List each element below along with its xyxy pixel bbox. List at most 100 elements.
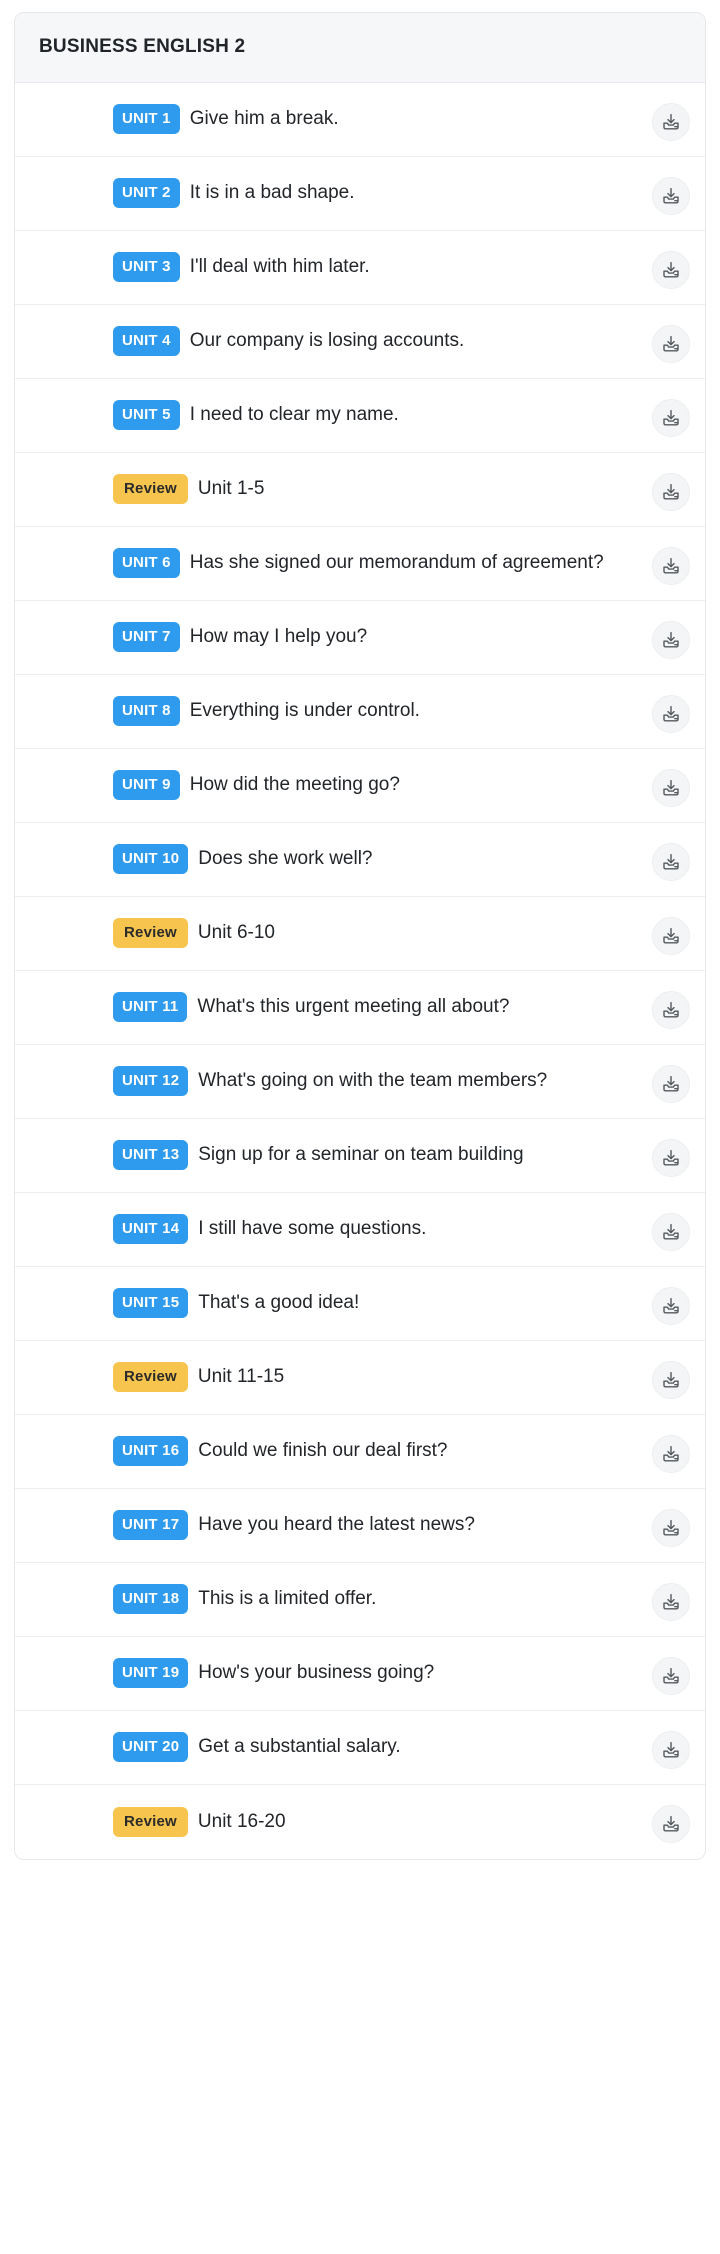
download-tray-icon — [661, 926, 681, 946]
lesson-row[interactable]: UNIT 4 Our company is losing accounts. — [15, 305, 705, 379]
lesson-row[interactable]: UNIT 19 How's your business going? — [15, 1637, 705, 1711]
lesson-row[interactable]: UNIT 20 Get a substantial salary. — [15, 1711, 705, 1785]
lesson-row[interactable]: UNIT 15 That's a good idea! — [15, 1267, 705, 1341]
download-button[interactable] — [652, 621, 690, 659]
lesson-row[interactable]: UNIT 3 I'll deal with him later. — [15, 231, 705, 305]
lesson-row-content: UNIT 18 This is a limited offer. — [37, 1580, 639, 1618]
download-button[interactable] — [652, 695, 690, 733]
download-button[interactable] — [652, 1139, 690, 1177]
lesson-row-content: UNIT 5 I need to clear my name. — [37, 396, 639, 434]
download-tray-icon — [661, 186, 681, 206]
lesson-row-content: UNIT 15 That's a good idea! — [37, 1284, 639, 1322]
unit-badge: UNIT 1 — [113, 104, 180, 135]
download-button[interactable] — [652, 1287, 690, 1325]
lesson-title: Get a substantial salary. — [198, 1736, 401, 1758]
unit-badge: UNIT 2 — [113, 178, 180, 209]
download-tray-icon — [661, 408, 681, 428]
download-tray-icon — [661, 112, 681, 132]
download-button[interactable] — [652, 769, 690, 807]
review-badge: Review — [113, 474, 188, 505]
unit-badge: UNIT 16 — [113, 1436, 189, 1467]
lesson-row[interactable]: UNIT 1 Give him a break. — [15, 83, 705, 157]
lesson-row-content: UNIT 1 Give him a break. — [37, 100, 639, 138]
download-button[interactable] — [652, 917, 690, 955]
lesson-row-content: UNIT 8 Everything is under control. — [37, 692, 639, 730]
unit-badge: UNIT 3 — [113, 252, 180, 283]
unit-badge: UNIT 4 — [113, 326, 180, 357]
download-button[interactable] — [652, 251, 690, 289]
download-button[interactable] — [652, 325, 690, 363]
download-button[interactable] — [652, 1509, 690, 1547]
download-tray-icon — [661, 704, 681, 724]
lesson-row[interactable]: Review Unit 1-5 — [15, 453, 705, 527]
lesson-row[interactable]: UNIT 2 It is in a bad shape. — [15, 157, 705, 231]
download-button[interactable] — [652, 1583, 690, 1621]
lesson-title: Sign up for a seminar on team building — [198, 1144, 524, 1166]
unit-badge: UNIT 9 — [113, 770, 180, 801]
unit-badge: UNIT 10 — [113, 844, 189, 875]
lesson-row[interactable]: UNIT 14 I still have some questions. — [15, 1193, 705, 1267]
download-button[interactable] — [652, 473, 690, 511]
download-button[interactable] — [652, 547, 690, 585]
download-tray-icon — [661, 482, 681, 502]
lesson-title: Unit 11-15 — [197, 1366, 285, 1388]
download-tray-icon — [661, 1370, 681, 1390]
lesson-row-content: UNIT 4 Our company is losing accounts. — [37, 322, 639, 360]
download-button[interactable] — [652, 1435, 690, 1473]
lesson-row[interactable]: Review Unit 11-15 — [15, 1341, 705, 1415]
download-tray-icon — [661, 1296, 681, 1316]
download-tray-icon — [661, 1222, 681, 1242]
lesson-row-content: UNIT 13 Sign up for a seminar on team bui… — [37, 1136, 639, 1174]
download-button[interactable] — [652, 991, 690, 1029]
lesson-row-content: UNIT 20 Get a substantial salary. — [37, 1728, 639, 1766]
lesson-row[interactable]: UNIT 18 This is a limited offer. — [15, 1563, 705, 1637]
lesson-row-content: UNIT 16 Could we finish our deal first? — [37, 1432, 639, 1470]
lesson-row[interactable]: UNIT 9 How did the meeting go? — [15, 749, 705, 823]
download-button[interactable] — [652, 843, 690, 881]
lesson-title: Give him a break. — [189, 108, 339, 130]
lesson-row[interactable]: UNIT 10 Does she work well? — [15, 823, 705, 897]
download-tray-icon — [661, 1666, 681, 1686]
download-tray-icon — [661, 1444, 681, 1464]
lesson-title: Unit 6-10 — [197, 922, 276, 944]
lesson-title: Everything is under control. — [189, 700, 420, 722]
download-button[interactable] — [652, 399, 690, 437]
lesson-row-content: Review Unit 11-15 — [37, 1358, 639, 1396]
lesson-row[interactable]: UNIT 17 Have you heard the latest news? — [15, 1489, 705, 1563]
lesson-row[interactable]: Review Unit 6-10 — [15, 897, 705, 971]
lesson-row-content: Review Unit 6-10 — [37, 914, 639, 952]
lesson-row-content: UNIT 10 Does she work well? — [37, 840, 639, 878]
lesson-row[interactable]: UNIT 13 Sign up for a seminar on team bui… — [15, 1119, 705, 1193]
lesson-row-content: UNIT 6 Has she signed our memorandum of a… — [37, 544, 639, 582]
download-tray-icon — [661, 334, 681, 354]
unit-badge: UNIT 19 — [113, 1658, 189, 1689]
download-button[interactable] — [652, 1731, 690, 1769]
download-button[interactable] — [652, 103, 690, 141]
lesson-title: What's this urgent meeting all about? — [197, 996, 510, 1018]
lesson-row[interactable]: UNIT 6 Has she signed our memorandum of a… — [15, 527, 705, 601]
download-tray-icon — [661, 556, 681, 576]
lesson-row[interactable]: UNIT 12 What's going on with the team mem… — [15, 1045, 705, 1119]
lesson-row-content: UNIT 7 How may I help you? — [37, 618, 639, 656]
lesson-row-content: Review Unit 16-20 — [37, 1803, 639, 1841]
download-button[interactable] — [652, 1805, 690, 1843]
download-button[interactable] — [652, 1213, 690, 1251]
lesson-row[interactable]: UNIT 8 Everything is under control. — [15, 675, 705, 749]
lesson-row-content: UNIT 9 How did the meeting go? — [37, 766, 639, 804]
download-button[interactable] — [652, 1361, 690, 1399]
download-button[interactable] — [652, 1657, 690, 1695]
lesson-row[interactable]: UNIT 11 What's this urgent meeting all ab… — [15, 971, 705, 1045]
download-button[interactable] — [652, 1065, 690, 1103]
lesson-row-content: UNIT 17 Have you heard the latest news? — [37, 1506, 639, 1544]
lesson-row[interactable]: Review Unit 16-20 — [15, 1785, 705, 1859]
download-tray-icon — [661, 1000, 681, 1020]
download-button[interactable] — [652, 177, 690, 215]
lesson-title: Unit 16-20 — [197, 1810, 286, 1832]
unit-badge: UNIT 8 — [113, 696, 180, 727]
page-title: BUSINESS ENGLISH 2 — [39, 36, 246, 58]
lesson-row-content: UNIT 12 What's going on with the team mem… — [37, 1062, 639, 1100]
lesson-row[interactable]: UNIT 16 Could we finish our deal first? — [15, 1415, 705, 1489]
lesson-row[interactable]: UNIT 5 I need to clear my name. — [15, 379, 705, 453]
lesson-title: Our company is losing accounts. — [189, 330, 465, 352]
lesson-row[interactable]: UNIT 7 How may I help you? — [15, 601, 705, 675]
